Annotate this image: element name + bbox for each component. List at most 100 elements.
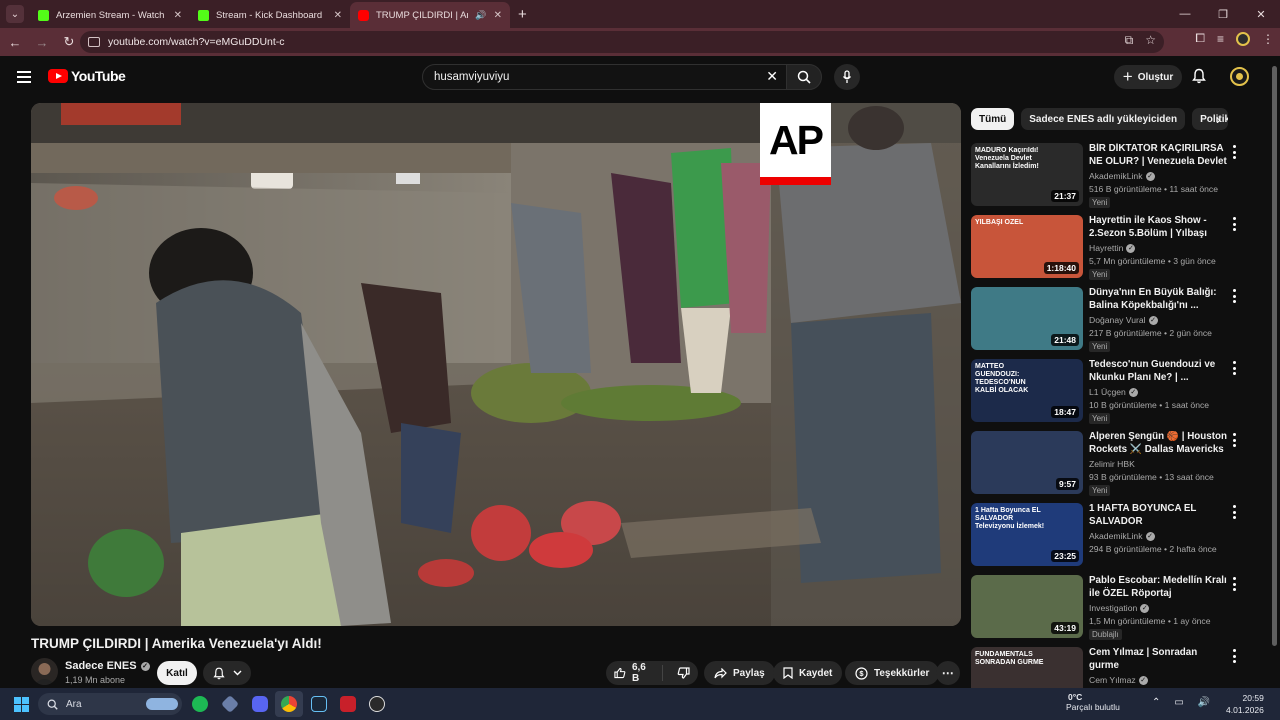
browser-menu-icon[interactable]: ⋮	[1262, 32, 1274, 46]
join-button[interactable]: Katıl	[157, 661, 197, 685]
forward-icon[interactable]: →	[30, 35, 54, 50]
channel-name[interactable]: Hayrettin ✓	[1089, 243, 1136, 253]
more-options-icon[interactable]	[1233, 145, 1237, 162]
notifications-button[interactable]	[1192, 68, 1206, 89]
volume-icon[interactable]: 🔊	[1198, 697, 1210, 708]
chrome-icon[interactable]	[281, 696, 297, 712]
create-button[interactable]: + Oluştur	[1114, 65, 1182, 89]
thanks-button[interactable]: $ Teşekkürler	[845, 661, 940, 685]
menu-icon[interactable]	[17, 71, 31, 86]
save-button[interactable]: Kaydet	[773, 661, 843, 685]
video-thumbnail[interactable]: 9:57	[971, 431, 1083, 494]
video-title[interactable]: Dünya'nın En Büyük Balığı: Balina Köpekb…	[1089, 287, 1229, 312]
channel-name[interactable]: Zelimir HBK	[1089, 459, 1135, 469]
channel-name[interactable]: Sadece ENES ✓	[65, 660, 150, 672]
more-options-icon[interactable]	[1233, 217, 1237, 234]
speaker-icon[interactable]: 🔊	[475, 10, 486, 21]
more-actions-button[interactable]: ⋯	[936, 661, 960, 685]
address-bar[interactable]: youtube.com/watch?v=eMGuDDUnt-c ⧉ ☆	[80, 31, 1164, 53]
reload-icon[interactable]: ↻	[57, 34, 81, 50]
channel-name[interactable]: L1 Üçgen ✓	[1089, 387, 1138, 397]
voice-search-button[interactable]	[834, 64, 860, 90]
video-title[interactable]: Tedesco'nun Guendouzi ve Nkunku Planı Ne…	[1089, 359, 1229, 384]
like-button[interactable]: 6,6 B	[606, 662, 663, 684]
browser-tab[interactable]: Arzemien Stream - Watch Live ✕	[30, 2, 190, 28]
recommended-video[interactable]: 43:19 Pablo Escobar: Medellín Kralı ile Ö…	[971, 575, 1251, 641]
recommended-video[interactable]: 1 Hafta Boyunca EL SALVADOR Televizyonu …	[971, 503, 1251, 569]
recommended-video[interactable]: YILBAŞI ÖZEL 1:18:40 Hayrettin ile Kaos Sh…	[971, 215, 1251, 281]
account-avatar[interactable]	[1230, 67, 1249, 86]
app-icon[interactable]	[340, 696, 356, 712]
network-icon[interactable]: ▭	[1174, 697, 1183, 708]
video-thumbnail[interactable]: 43:19	[971, 575, 1083, 638]
close-window-icon[interactable]: ✕	[1242, 0, 1280, 28]
channel-name[interactable]: AkademikLink ✓	[1089, 171, 1155, 181]
chip-from-uploader[interactable]: Sadece ENES adlı yükleyiciden	[1021, 108, 1186, 130]
back-icon[interactable]: ←	[3, 35, 27, 50]
spotify-icon[interactable]	[192, 696, 208, 712]
site-info-icon[interactable]	[88, 37, 100, 47]
channel-name[interactable]: Doğanay Vural ✓	[1089, 315, 1158, 325]
media-control-icon[interactable]: ≡	[1217, 32, 1224, 46]
steam-icon[interactable]	[311, 696, 327, 712]
minimize-icon[interactable]: —	[1166, 0, 1204, 28]
more-options-icon[interactable]	[1233, 649, 1237, 666]
extensions-icon[interactable]: ⧠	[1195, 31, 1205, 46]
video-title[interactable]: BİR DİKTATÖR KAÇIRILIRSA NE OLUR? | Vene…	[1089, 143, 1229, 168]
video-meta: 217 B görüntüleme • 2 gün önce	[1089, 328, 1212, 338]
maximize-icon[interactable]: ❐	[1204, 0, 1242, 28]
tab-close-icon[interactable]: ✕	[174, 10, 182, 21]
search-input[interactable]: husamviyuviyu ✕	[422, 64, 787, 90]
recommended-video[interactable]: MATTEO GUENDOUZI: TEDESCO'NUN KALBİ OLAC…	[971, 359, 1251, 425]
search-button[interactable]	[786, 64, 822, 90]
taskbar-clock[interactable]: 20:59 4.01.2026	[1226, 692, 1264, 716]
video-title[interactable]: Pablo Escobar: Medellín Kralı ile ÖZEL R…	[1089, 575, 1229, 600]
taskbar-search[interactable]: Ara	[38, 693, 182, 715]
browser-tab[interactable]: Stream - Kick Dashboard ✕	[190, 2, 350, 28]
video-title[interactable]: Alperen Şengün 🏀 | Houston Rockets ⚔️ Da…	[1089, 431, 1229, 456]
subscription-notification-button[interactable]	[203, 661, 251, 685]
discord-icon[interactable]	[252, 696, 268, 712]
browser-tab-active[interactable]: TRUMP ÇILDIRDI | Amerika 🔊 ✕	[350, 2, 510, 28]
windows-start-icon[interactable]	[14, 697, 29, 712]
more-options-icon[interactable]	[1233, 289, 1237, 306]
video-thumbnail[interactable]: YILBAŞI ÖZEL 1:18:40	[971, 215, 1083, 278]
thumbnail-overlay-text: MADURO Kaçırıldı! Venezuela Devlet Kanal…	[975, 147, 1039, 170]
bookmark-star-icon[interactable]: ☆	[1145, 33, 1156, 48]
video-title[interactable]: 1 HAFTA BOYUNCA EL SALVADOR TELEVİZYONLA…	[1089, 503, 1229, 528]
video-title[interactable]: Cem Yılmaz | Sonradan gurme	[1089, 647, 1229, 672]
weather-widget[interactable]: 0°C Parçalı bulutlu	[1046, 692, 1120, 712]
channel-name[interactable]: Cem Yılmaz ✓	[1089, 675, 1148, 685]
video-thumbnail[interactable]: MATTEO GUENDOUZI: TEDESCO'NUN KALBİ OLAC…	[971, 359, 1083, 422]
recommended-video[interactable]: MADURO Kaçırıldı! Venezuela Devlet Kanal…	[971, 143, 1251, 209]
tab-close-icon[interactable]: ✕	[334, 10, 342, 21]
recommended-video[interactable]: 9:57 Alperen Şengün 🏀 | Houston Rockets ⚔…	[971, 431, 1251, 497]
chip-all[interactable]: Tümü	[971, 108, 1015, 130]
video-thumbnail[interactable]: 1 Hafta Boyunca EL SALVADOR Televizyonu …	[971, 503, 1083, 566]
obs-icon[interactable]	[369, 696, 385, 712]
chip-politics[interactable]: Politika	[1192, 108, 1229, 130]
tab-search-menu-icon[interactable]: ⌄	[6, 5, 24, 23]
profile-avatar-icon[interactable]	[1236, 31, 1250, 46]
youtube-logo[interactable]: YouTube	[48, 68, 126, 84]
video-title[interactable]: Hayrettin ile Kaos Show - 2.Sezon 5.Bölü…	[1089, 215, 1229, 240]
tab-close-icon[interactable]: ✕	[494, 10, 502, 21]
share-button[interactable]: Paylaş	[704, 661, 775, 685]
more-options-icon[interactable]	[1233, 577, 1237, 594]
more-options-icon[interactable]	[1233, 361, 1237, 378]
chevron-up-icon[interactable]: ⌃	[1152, 697, 1160, 708]
video-thumbnail[interactable]: MADURO Kaçırıldı! Venezuela Devlet Kanal…	[971, 143, 1083, 206]
channel-name[interactable]: AkademikLink ✓	[1089, 531, 1155, 541]
chevron-right-icon[interactable]: ›	[1216, 111, 1221, 127]
clear-search-icon[interactable]: ✕	[766, 68, 778, 85]
more-options-icon[interactable]	[1233, 505, 1237, 522]
scrollbar-thumb[interactable]	[1272, 66, 1277, 646]
channel-name[interactable]: Investigation ✓	[1089, 603, 1150, 613]
more-options-icon[interactable]	[1233, 433, 1237, 450]
cast-icon[interactable]: ⧉	[1125, 33, 1134, 48]
new-tab-button[interactable]: +	[518, 6, 527, 23]
video-thumbnail[interactable]: 21:48	[971, 287, 1083, 350]
dislike-button[interactable]	[669, 667, 698, 679]
channel-avatar[interactable]	[31, 658, 58, 685]
recommended-video[interactable]: 21:48 Dünya'nın En Büyük Balığı: Balina K…	[971, 287, 1251, 353]
